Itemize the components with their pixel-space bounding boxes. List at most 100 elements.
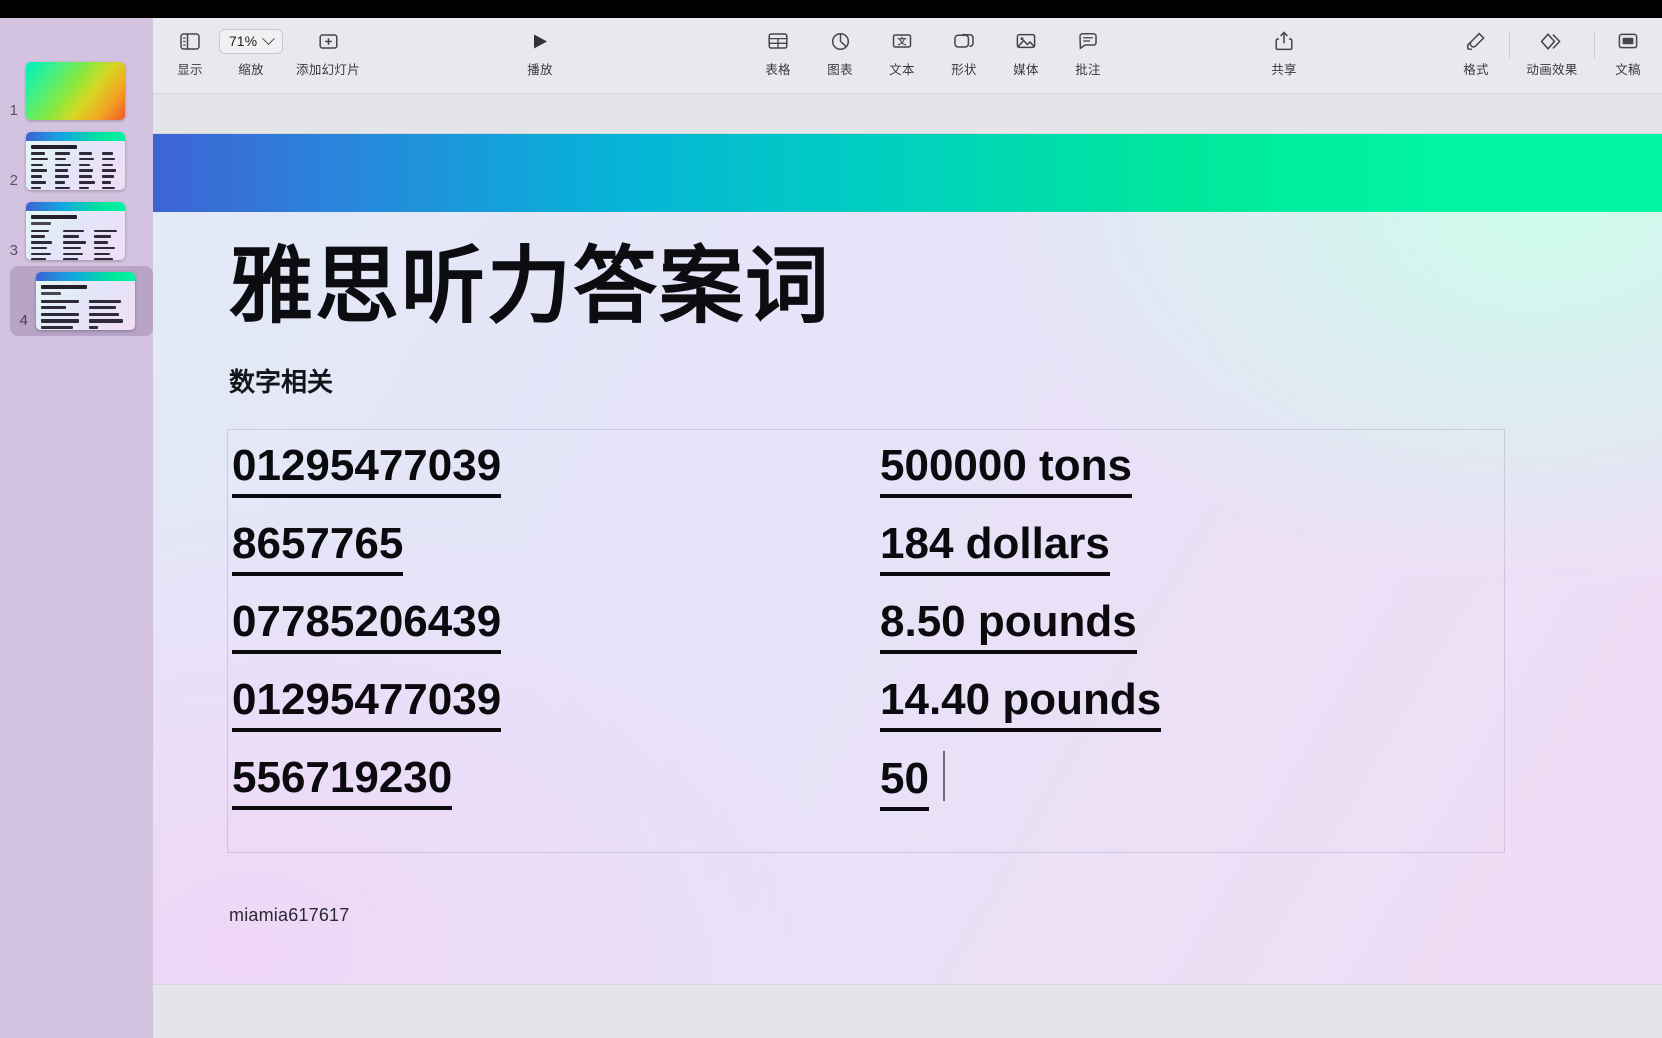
content-text-box[interactable]: 01295477039 8657765 07785206439 01295477… [227, 429, 1505, 853]
slide-number-2: 2 [9, 172, 18, 189]
insert-chart-button[interactable]: 图表 [817, 28, 863, 78]
toolbar-divider-1 [1509, 32, 1510, 58]
add-slide-label: 添加幻灯片 [296, 63, 361, 77]
table-grid-icon [768, 28, 788, 54]
slide-preview-3[interactable] [26, 202, 125, 260]
list-item: 500000 tons [880, 441, 1504, 522]
toolbar-divider-2 [1594, 32, 1595, 58]
play-button[interactable]: 播放 [517, 28, 563, 78]
keynote-window: 1 2 3 4 显示 71% 缩放 添加幻灯片 播放 表格 图表 文 文本 形状… [0, 18, 1662, 1038]
thumb-body [26, 141, 125, 190]
slide-footer-note[interactable]: miamia617617 [229, 905, 349, 926]
slide-preview-4[interactable] [36, 272, 135, 330]
shapes-icon [954, 28, 974, 54]
slide-preview-1[interactable] [26, 62, 125, 120]
slide-thumbnail-2[interactable]: 2 [0, 126, 153, 196]
app-root: 1 2 3 4 显示 71% 缩放 添加幻灯片 播放 表格 图表 文 文本 形状… [0, 0, 1662, 1038]
thumb-title-line [41, 285, 88, 289]
play-label: 播放 [527, 63, 553, 77]
slide-canvas[interactable]: 雅思听力答案词 数字相关 01295477039 8657765 0778520… [153, 94, 1662, 1038]
slide-number-1: 1 [9, 102, 18, 119]
paintbrush-icon [1466, 28, 1486, 54]
slide-editor[interactable]: 雅思听力答案词 数字相关 01295477039 8657765 0778520… [153, 134, 1662, 984]
view-button[interactable]: 显示 [167, 28, 213, 78]
insert-table-button[interactable]: 表格 [755, 28, 801, 78]
pie-chart-icon [831, 28, 850, 54]
svg-text:文: 文 [897, 36, 908, 47]
add-slide-button[interactable]: 添加幻灯片 [289, 28, 367, 78]
chevron-down-icon [262, 31, 275, 45]
insert-text-button[interactable]: 文 文本 [879, 28, 925, 78]
insert-comment-label: 批注 [1075, 63, 1101, 77]
zoom-label: 缩放 [238, 63, 264, 77]
list-item: 07785206439 [232, 597, 856, 678]
slide-navigator[interactable]: 1 2 3 4 [0, 18, 153, 1038]
photo-icon [1016, 28, 1036, 54]
document-label: 文稿 [1615, 63, 1641, 77]
slide-thumbnail-3[interactable]: 3 [0, 196, 153, 266]
format-button[interactable]: 格式 [1453, 28, 1499, 78]
list-item: 01295477039 [232, 675, 856, 756]
thumb-gradient-bar [26, 202, 125, 211]
answer-word: 14.40 pounds [880, 675, 1162, 732]
answer-word: 01295477039 [232, 675, 502, 732]
animate-label: 动画效果 [1526, 63, 1578, 77]
thumb-subtitle-line [31, 222, 51, 225]
thumb-body [26, 211, 125, 260]
insert-media-button[interactable]: 媒体 [1003, 28, 1049, 78]
left-column[interactable]: 01295477039 8657765 07785206439 01295477… [228, 441, 856, 852]
zoom-chip-wrap: 71% [219, 28, 284, 54]
thumb-gradient-bar [36, 272, 135, 281]
insert-shape-button[interactable]: 形状 [941, 28, 987, 78]
share-upload-icon [1275, 28, 1293, 54]
zoom-chip[interactable]: 71% [219, 28, 284, 54]
canvas-bottom-strip [153, 1000, 1662, 1038]
answer-word: 556719230 [232, 753, 453, 810]
zoom-control[interactable]: 71% 缩放 [213, 28, 289, 78]
slide-header-gradient-bar [153, 134, 1662, 212]
content-columns: 01295477039 8657765 07785206439 01295477… [228, 430, 1504, 852]
insert-chart-label: 图表 [827, 63, 853, 77]
slide-thumbnail-1[interactable]: 1 [0, 56, 153, 126]
answer-word: 184 dollars [880, 519, 1110, 576]
diamonds-icon [1540, 28, 1564, 54]
document-window-icon [1618, 28, 1638, 54]
view-button-label: 显示 [177, 63, 203, 77]
thumb-subtitle-line [41, 292, 61, 295]
thumb-body [36, 281, 135, 330]
slide-preview-2[interactable] [26, 132, 125, 190]
share-label: 共享 [1271, 63, 1297, 77]
slide-thumbnail-4[interactable]: 4 [10, 266, 153, 336]
insert-comment-button[interactable]: 批注 [1065, 28, 1111, 78]
list-item: 01295477039 [232, 441, 856, 522]
comment-bubble-icon [1078, 28, 1098, 54]
text-box-icon: 文 [892, 28, 912, 54]
zoom-value: 71% [229, 33, 258, 49]
thumb-columns [31, 229, 120, 260]
list-item: 184 dollars [880, 519, 1504, 600]
play-triangle-icon [531, 28, 549, 54]
slide-number-4: 4 [19, 312, 28, 329]
sidebar-panel-icon [180, 28, 200, 54]
main-toolbar: 显示 71% 缩放 添加幻灯片 播放 表格 图表 文 文本 形状 媒体 批注 共… [153, 18, 1662, 94]
right-column[interactable]: 500000 tons 184 dollars 8.50 pounds 14.4… [856, 441, 1504, 852]
answer-word: 01295477039 [232, 441, 502, 498]
thumb-title-line [31, 145, 78, 149]
thumb-columns [31, 152, 120, 190]
document-button[interactable]: 文稿 [1605, 28, 1651, 78]
animate-button[interactable]: 动画效果 [1520, 28, 1584, 78]
thumb-gradient-bar [26, 132, 125, 141]
share-button[interactable]: 共享 [1261, 28, 1307, 78]
list-item: 50 [880, 751, 1504, 834]
answer-word: 500000 tons [880, 441, 1132, 498]
plus-square-icon [318, 28, 338, 54]
slide-subtitle[interactable]: 数字相关 [229, 362, 333, 399]
answer-word: 50 [880, 753, 929, 811]
menu-bar-strip [0, 0, 1662, 18]
slide-title[interactable]: 雅思听力答案词 [229, 244, 831, 328]
list-item: 556719230 [232, 753, 856, 834]
format-label: 格式 [1463, 63, 1489, 77]
insert-text-label: 文本 [889, 63, 915, 77]
insert-media-label: 媒体 [1013, 63, 1039, 77]
thumb-title-line [31, 215, 78, 219]
